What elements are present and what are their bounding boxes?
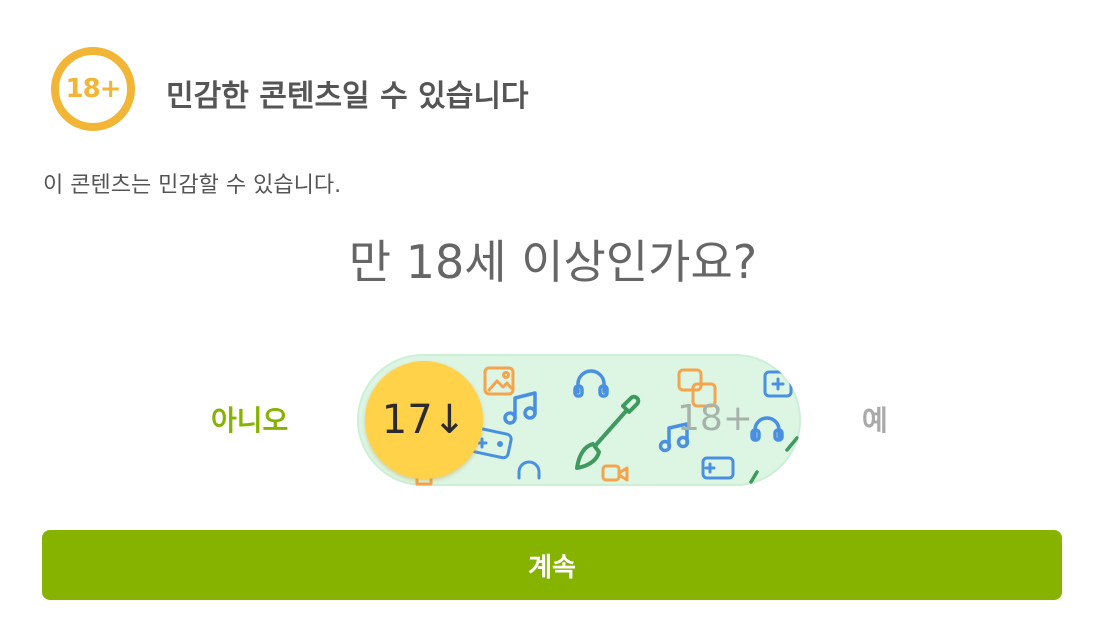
badge-text: 18+ [65, 74, 122, 104]
option-yes[interactable]: 예 [862, 399, 888, 439]
gamepad-icon [701, 456, 735, 480]
track-label-18-plus: 18+ [677, 398, 753, 439]
sensitive-content-dialog: 18+ 민감한 콘텐츠일 수 있습니다 이 콘텐츠는 민감할 수 있습니다. 만… [0, 0, 1106, 642]
continue-button[interactable]: 계속 [42, 530, 1062, 600]
headphones-icon [750, 416, 784, 442]
age-question: 만 18세 이상인가요? [348, 235, 758, 289]
paintbrush-icon [575, 394, 641, 470]
image-icon [763, 370, 793, 398]
headphones-icon [517, 460, 541, 480]
image-icon [483, 366, 515, 396]
thumb-label: 17↓ [381, 397, 467, 443]
18-plus-icon: 18+ [51, 47, 135, 131]
age-slider-thumb[interactable]: 17↓ [365, 361, 483, 479]
paintbrush-icon [749, 436, 799, 484]
description-text: 이 콘텐츠는 민감할 수 있습니다. [43, 173, 342, 198]
option-no[interactable]: 아니오 [211, 399, 288, 439]
video-camera-icon [601, 464, 629, 482]
dialog-title: 민감한 콘텐츠일 수 있습니다 [166, 79, 529, 114]
continue-button-label: 계속 [528, 551, 576, 582]
music-note-icon [503, 391, 537, 425]
headphones-icon [573, 369, 609, 398]
